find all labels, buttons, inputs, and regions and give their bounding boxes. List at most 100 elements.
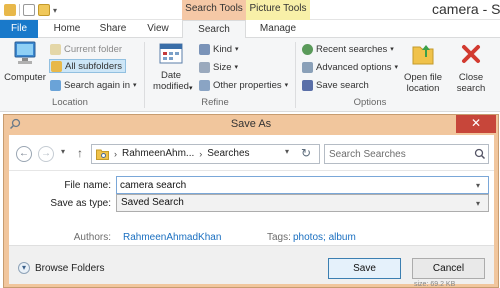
all-subfolders-label: All subfolders [65, 60, 123, 72]
tab-file[interactable]: File [0, 20, 38, 38]
kind-button[interactable]: Kind ▾ [199, 42, 239, 56]
computer-icon [14, 41, 36, 64]
search-tools-context-header: Search Tools [182, 0, 246, 20]
computer-button[interactable]: Computer [4, 41, 46, 83]
close-search-label-1: Close [458, 72, 484, 83]
tab-home[interactable]: Home [44, 20, 90, 38]
chevron-down-icon: ▾ [476, 199, 481, 208]
tab-share[interactable]: Share [90, 20, 136, 38]
save-icon [302, 79, 313, 91]
browse-folders-label: Browse Folders [35, 262, 105, 274]
current-folder-label: Current folder [64, 43, 123, 55]
dialog-body: ← → ▾ ↑ › RahmeenAhm... › Searches ▾ ↻ S… [9, 135, 494, 284]
back-button[interactable]: ← [16, 146, 32, 162]
search-box[interactable] [324, 144, 489, 164]
date-modified-label-2: modified [153, 81, 189, 92]
other-properties-button[interactable]: Other properties ▾ [199, 78, 288, 92]
forward-button[interactable]: → [38, 146, 54, 162]
save-search-button[interactable]: Save search [302, 78, 369, 92]
window-title: camera - Sea [432, 1, 500, 17]
breadcrumb-item-searches[interactable]: Searches [207, 148, 249, 159]
all-subfolders-button[interactable]: All subfolders [49, 59, 127, 73]
dialog-close-button[interactable]: ✕ [456, 115, 496, 133]
authors-value[interactable]: RahmeenAhmadKhan [123, 232, 221, 243]
kind-icon [199, 43, 210, 55]
file-name-field[interactable]: ▾ [116, 176, 489, 194]
divider [19, 4, 20, 16]
chevron-down-icon[interactable]: ▾ [476, 181, 480, 190]
close-search-label-2: search [456, 83, 486, 94]
save-search-label: Save search [316, 79, 369, 91]
save-as-type-value: Saved Search [121, 197, 184, 208]
breadcrumb: › RahmeenAhm... › Searches [114, 148, 250, 159]
search-input[interactable] [329, 147, 469, 161]
date-modified-label-1: Date [160, 70, 182, 81]
explorer-titlebar: ▾ Search Tools Picture Tools camera - Se… [0, 0, 500, 20]
chevron-down-icon: ▾ [284, 82, 289, 89]
customize-qat-icon[interactable]: ▾ [53, 6, 57, 15]
properties-icon[interactable] [23, 4, 35, 16]
open-file-location-button[interactable]: Open file location [400, 41, 446, 94]
date-modified-button[interactable]: Date modified [148, 41, 194, 92]
close-search-button[interactable]: Close search [450, 41, 492, 94]
dialog-footer: ▾ Browse Folders Save Cancel [9, 245, 494, 284]
advanced-options-button[interactable]: Advanced options ▾ [302, 60, 398, 74]
properties-icon [199, 79, 210, 91]
advanced-options-icon [302, 61, 313, 73]
folder-search-icon [96, 149, 109, 160]
tags-value[interactable]: photos; album [293, 232, 356, 243]
search-icon[interactable] [474, 148, 486, 160]
refresh-icon[interactable]: ↻ [301, 146, 311, 160]
authors-label: Authors: [73, 232, 111, 243]
current-folder-button[interactable]: Current folder [50, 42, 122, 56]
chevron-down-icon: ▾ [189, 85, 193, 92]
chevron-down-icon: ▾ [235, 46, 239, 53]
save-button[interactable]: Save [328, 258, 401, 279]
address-dropdown-icon[interactable]: ▾ [285, 147, 289, 156]
ribbon-tabs: File Home Share View Search Manage [0, 20, 500, 39]
dialog-title: Save As [230, 118, 272, 130]
save-fields: File name: ▾ Save as type: Saved Search … [9, 172, 494, 245]
search-tools-label: Search Tools [185, 3, 243, 14]
address-bar[interactable]: › RahmeenAhm... › Searches ▾ ↻ [91, 144, 320, 164]
kind-label: Kind [213, 43, 233, 55]
status-text: size: 69.2 KB [414, 281, 456, 288]
tab-search[interactable]: Search [182, 20, 246, 39]
chevron-down-icon: ▾ [234, 64, 238, 71]
file-name-input[interactable] [120, 178, 460, 192]
tab-view[interactable]: View [136, 20, 180, 38]
breadcrumb-chevron-icon[interactable]: › [199, 149, 202, 159]
save-as-type-select[interactable]: Saved Search ▾ [116, 194, 489, 212]
search-again-button[interactable]: Search again in ▾ [50, 78, 137, 92]
recent-locations-dropdown[interactable]: ▾ [61, 147, 65, 156]
folder-icon [50, 43, 61, 55]
size-button[interactable]: Size ▾ [199, 60, 238, 74]
breadcrumb-chevron-icon[interactable]: › [114, 149, 117, 159]
size-label: Size [213, 61, 232, 73]
up-button[interactable]: ↑ [77, 146, 83, 160]
tab-manage[interactable]: Manage [246, 20, 310, 38]
close-icon [462, 45, 480, 63]
size-icon [199, 61, 210, 73]
browse-folders-toggle[interactable]: ▾ Browse Folders [18, 262, 104, 274]
file-name-label: File name: [64, 180, 111, 191]
expand-chevron-icon: ▾ [18, 262, 30, 274]
cancel-button[interactable]: Cancel [412, 258, 485, 279]
folder-icon[interactable] [4, 4, 16, 16]
dialog-titlebar[interactable]: Save As ✕ [4, 115, 498, 134]
picture-tools-label: Picture Tools [249, 3, 307, 14]
chevron-down-icon: ▾ [394, 64, 399, 71]
save-as-dialog: Save As ✕ ← → ▾ ↑ › RahmeenAhm... › Sear… [3, 114, 499, 288]
folder-open-icon [412, 45, 434, 65]
location-group-label: Location [52, 97, 88, 108]
breadcrumb-item-user[interactable]: RahmeenAhm... [122, 148, 194, 159]
open-file-location-label-2: location [406, 83, 440, 94]
divider [295, 42, 296, 108]
arrow-left-icon: ← [19, 148, 29, 159]
refine-group-label: Refine [201, 97, 229, 108]
recent-searches-button[interactable]: Recent searches ▾ [302, 42, 394, 56]
dialog-navigation-bar: ← → ▾ ↑ › RahmeenAhm... › Searches ▾ ↻ [9, 135, 494, 171]
new-folder-icon[interactable] [38, 4, 50, 16]
chevron-down-icon: ▾ [133, 82, 137, 89]
recent-searches-label: Recent searches [316, 43, 388, 55]
